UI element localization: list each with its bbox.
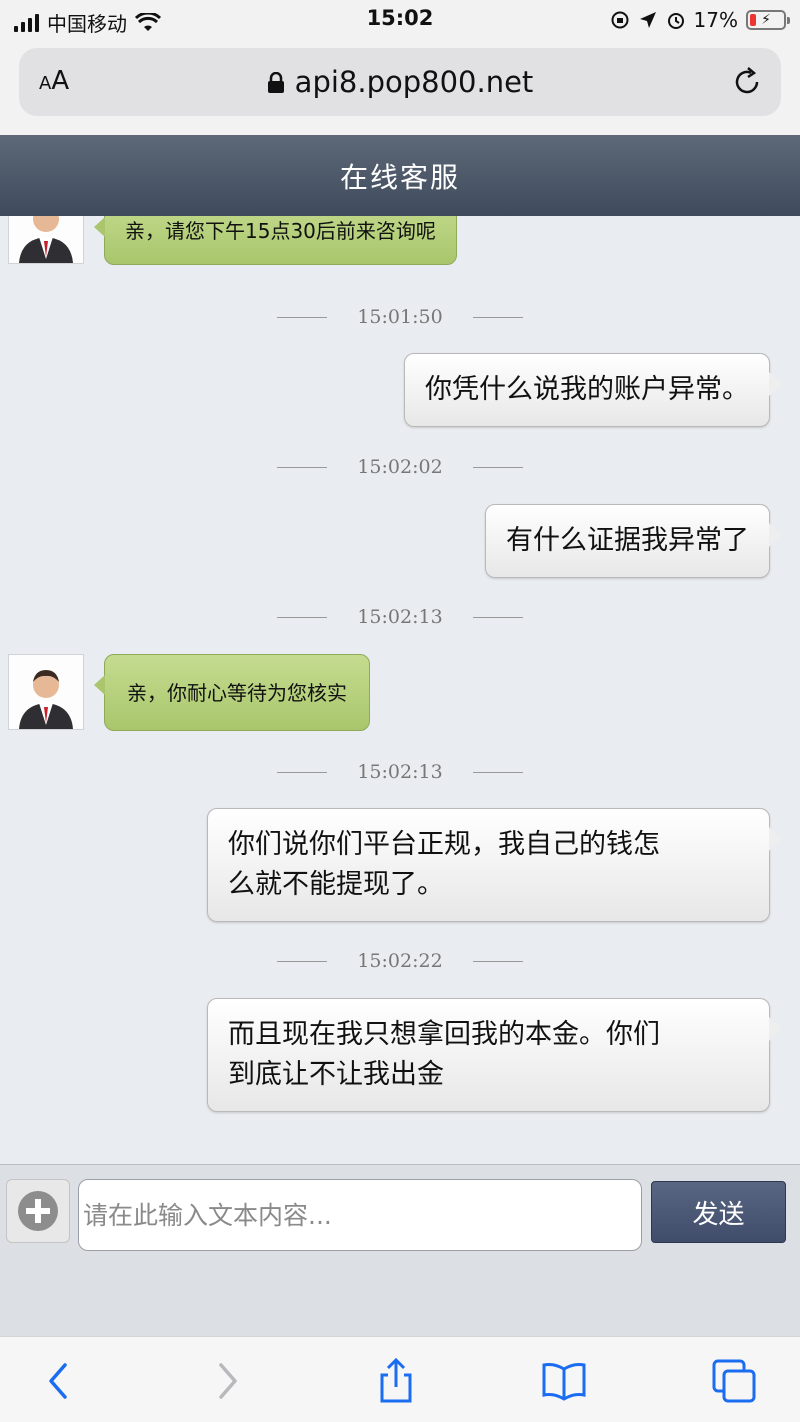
battery-percent: 17% [693,8,738,32]
forward-icon [219,1363,237,1399]
browser-toolbar [0,1336,800,1422]
url-display[interactable]: api8.pop800.net [19,65,781,99]
timestamp-text: 15:01:50 [357,306,443,328]
message-line: 你们说你们平台正规，我自己的钱怎 [228,829,660,860]
page-title: 在线客服 [339,160,460,194]
share-icon [380,1357,412,1403]
bookmarks-button[interactable] [540,1357,588,1405]
message-text: 亲，请您下午15点30后前来咨询呢 [125,219,436,243]
timestamp-text: 15:02:02 [357,456,443,478]
timestamp: 15:02:02 [0,456,800,478]
message-text: 你凭什么说我的账户异常。 [425,374,749,405]
agent-avatar [8,654,84,730]
message-user: 有什么证据我异常了 [485,504,782,578]
plus-icon [18,1191,58,1231]
timestamp: 15:01:50 [0,306,800,328]
browser-address-area: AA api8.pop800.net [0,42,800,134]
address-bar[interactable]: AA api8.pop800.net [19,48,781,116]
url-text: api8.pop800.net [294,65,534,99]
agent-avatar-icon [9,655,83,729]
timestamp-text: 15:02:13 [357,761,443,783]
share-button[interactable] [372,1357,420,1405]
message-text: 有什么证据我异常了 [506,525,749,556]
timestamp-text: 15:02:13 [357,606,443,628]
message-agent: 亲，你耐心等待为您核实 [94,654,370,731]
forward-button[interactable] [204,1357,252,1405]
message-text: 亲，你耐心等待为您核实 [127,681,347,705]
timestamp: 15:02:22 [0,950,800,972]
message-line: 到底让不让我出金 [228,1059,444,1090]
tabs-icon [712,1359,756,1403]
message-line: 而且现在我只想拿回我的本金。你们 [228,1019,660,1050]
message-agent: 亲，请您下午15点30后前来咨询呢 [94,216,457,265]
message-user: 而且现在我只想拿回我的本金。你们 到底让不让我出金 [207,998,782,1112]
status-right: 17% ⚡ [610,8,790,32]
agent-avatar [8,216,84,264]
lock-icon [267,72,284,93]
back-button[interactable] [34,1357,82,1405]
reload-icon[interactable] [729,64,765,100]
back-icon [49,1363,67,1399]
bookmarks-icon [542,1363,586,1401]
battery-icon: ⚡ [746,10,790,30]
tabs-button[interactable] [710,1357,758,1405]
location-icon [639,12,656,28]
send-button[interactable]: 发送 [651,1181,786,1243]
alarm-icon [667,13,684,29]
composer-spacer [0,1256,800,1336]
message-user: 你凭什么说我的账户异常。 [404,353,782,427]
orientation-lock-icon [611,11,629,29]
chat-area[interactable]: 亲，请您下午15点30后前来咨询呢 15:01:50 你凭什么说我的账户异常。 … [0,216,800,1164]
message-input[interactable] [78,1179,642,1251]
status-bar: 中国移动 15:02 17% ⚡ [0,0,800,42]
message-line: 么就不能提现了。 [228,869,444,900]
add-attachment-button[interactable] [6,1179,70,1243]
agent-avatar-icon [9,216,83,263]
message-user: 你们说你们平台正规，我自己的钱怎 么就不能提现了。 [207,808,782,922]
composer: 发送 [0,1164,800,1256]
timestamp: 15:02:13 [0,761,800,783]
timestamp-text: 15:02:22 [357,950,443,972]
chat-header: 在线客服 [0,135,800,216]
timestamp: 15:02:13 [0,606,800,628]
